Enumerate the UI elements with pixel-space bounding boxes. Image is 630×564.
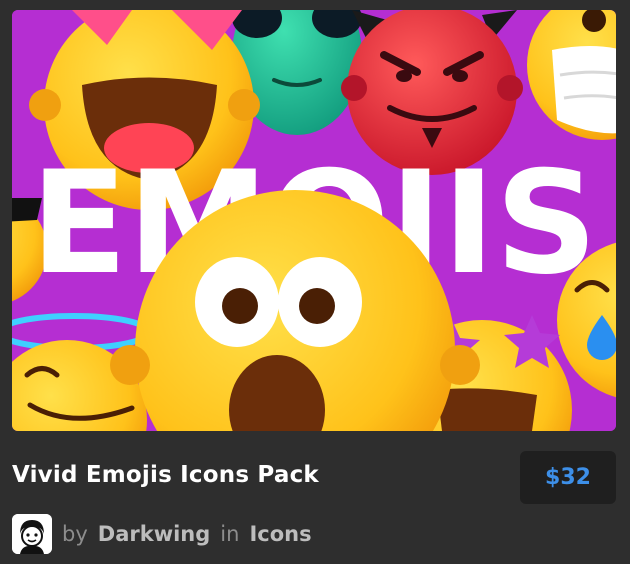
price-button[interactable]: $32 <box>520 451 616 504</box>
emoji-artwork: EMOJIS <box>12 10 616 431</box>
product-title[interactable]: Vivid Emojis Icons Pack <box>12 462 319 488</box>
author-avatar[interactable] <box>12 514 52 554</box>
product-thumbnail[interactable]: EMOJIS <box>12 10 616 431</box>
by-label: by <box>62 522 88 546</box>
product-byline: by Darkwing in Icons <box>12 514 312 554</box>
author-link[interactable]: Darkwing <box>98 522 211 546</box>
in-label: in <box>220 522 240 546</box>
category-link[interactable]: Icons <box>249 522 311 546</box>
